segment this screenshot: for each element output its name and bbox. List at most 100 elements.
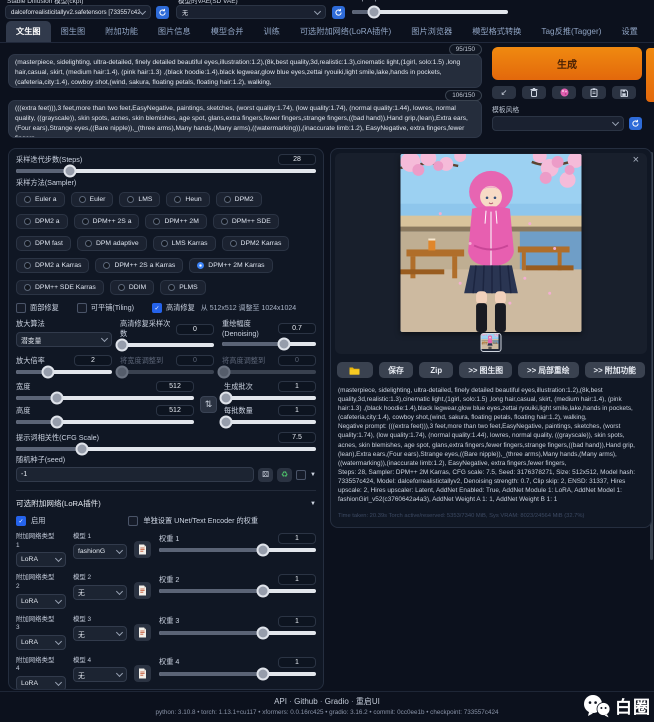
swap-dimensions-button[interactable]: ⇅ bbox=[200, 396, 217, 413]
tab-模型合并[interactable]: 模型合并 bbox=[201, 21, 254, 42]
close-icon[interactable]: × bbox=[633, 155, 639, 166]
height-value[interactable]: 512 bbox=[156, 405, 194, 416]
clip-skip-slider[interactable] bbox=[352, 10, 508, 14]
sampler-option-DPM adaptive[interactable]: DPM adaptive bbox=[77, 236, 147, 251]
footer-link-Github[interactable]: Github bbox=[294, 697, 318, 706]
sampler-option-LMS Karras[interactable]: LMS Karras bbox=[153, 236, 216, 251]
batch-count-value[interactable]: 1 bbox=[278, 381, 316, 392]
footer-link-API[interactable]: API bbox=[274, 697, 287, 706]
upscale-by-slider[interactable] bbox=[16, 370, 112, 374]
lora-type-dropdown-3[interactable]: LoRA bbox=[16, 635, 66, 650]
result-button->> 局部重绘[interactable]: >> 局部重绘 bbox=[518, 362, 578, 378]
tab-附加功能[interactable]: 附加功能 bbox=[95, 21, 148, 42]
footer-link-Gradio[interactable]: Gradio bbox=[325, 697, 349, 706]
sampler-option-LMS[interactable]: LMS bbox=[119, 192, 160, 207]
tab-Tag反推(Tagger)[interactable]: Tag反推(Tagger) bbox=[531, 21, 611, 42]
sampler-option-Euler a[interactable]: Euler a bbox=[16, 192, 65, 207]
lora-model-file-button-2[interactable] bbox=[134, 582, 151, 599]
cfg-value[interactable]: 7.5 bbox=[278, 432, 316, 443]
tab-图生图[interactable]: 图生图 bbox=[51, 21, 96, 42]
lora-type-dropdown-2[interactable]: LoRA bbox=[16, 594, 66, 609]
hires-steps-slider[interactable] bbox=[120, 343, 214, 347]
vae-dropdown[interactable]: 无 bbox=[176, 5, 326, 19]
height-slider[interactable] bbox=[16, 420, 194, 424]
hires-steps-value[interactable]: 0 bbox=[176, 324, 214, 335]
lora-model-file-button-4[interactable] bbox=[134, 665, 151, 682]
lora-weight-value[interactable]: 1 bbox=[278, 533, 316, 544]
tab-设置[interactable]: 设置 bbox=[611, 21, 647, 42]
tab-扩展[interactable]: 扩展 bbox=[648, 21, 654, 42]
lora-weight-value[interactable]: 1 bbox=[278, 616, 316, 627]
style-template-dropdown[interactable] bbox=[492, 116, 624, 131]
generate-button[interactable]: 生成 bbox=[492, 47, 642, 80]
seed-expand-arrow-icon[interactable]: ▼ bbox=[310, 472, 316, 478]
trash-icon[interactable] bbox=[522, 86, 546, 99]
tab-训练[interactable]: 训练 bbox=[253, 21, 289, 42]
tiling-checkbox[interactable] bbox=[77, 303, 87, 313]
batch-size-slider[interactable] bbox=[224, 420, 316, 424]
lora-weight-slider-1[interactable] bbox=[159, 548, 316, 552]
generated-image[interactable] bbox=[401, 154, 582, 332]
tab-模型格式转换[interactable]: 模型格式转换 bbox=[462, 21, 531, 42]
steps-slider[interactable] bbox=[16, 169, 316, 173]
sampler-option-PLMS[interactable]: PLMS bbox=[160, 280, 206, 295]
sampler-option-DPM2 a[interactable]: DPM2 a bbox=[16, 214, 68, 229]
sampler-option-DPM2 Karras[interactable]: DPM2 Karras bbox=[222, 236, 290, 251]
extra-seed-checkbox[interactable] bbox=[296, 470, 306, 480]
lora-model-dropdown-1[interactable]: fashionG bbox=[73, 544, 127, 559]
steps-value[interactable]: 28 bbox=[278, 154, 316, 165]
width-value[interactable]: 512 bbox=[156, 381, 194, 392]
lora-model-file-button-1[interactable] bbox=[134, 541, 151, 558]
edge-generate-sliver[interactable] bbox=[646, 48, 654, 102]
lora-weight-value[interactable]: 1 bbox=[278, 657, 316, 668]
sampler-option-DPM2 a Karras[interactable]: DPM2 a Karras bbox=[16, 258, 89, 273]
footer-link-重启UI[interactable]: 重启UI bbox=[356, 697, 380, 706]
result-button->> 附加功能[interactable]: >> 附加功能 bbox=[585, 362, 645, 378]
tab-可选附加网络(LoRA插件)[interactable]: 可选附加网络(LoRA插件) bbox=[290, 21, 401, 42]
lora-weight-slider-2[interactable] bbox=[159, 589, 316, 593]
batch-count-slider[interactable] bbox=[224, 396, 316, 400]
cfg-slider[interactable] bbox=[16, 447, 316, 451]
sampler-option-Euler[interactable]: Euler bbox=[71, 192, 114, 207]
paste-arrow-icon[interactable]: ↙ bbox=[492, 86, 516, 99]
sampler-option-DPM++ 2S a Karras[interactable]: DPM++ 2S a Karras bbox=[95, 258, 183, 273]
sampler-option-DPM++ SDE Karras[interactable]: DPM++ SDE Karras bbox=[16, 280, 104, 295]
palette-icon[interactable] bbox=[552, 86, 576, 99]
sampler-option-DPM fast[interactable]: DPM fast bbox=[16, 236, 71, 251]
denoising-value[interactable]: 0.7 bbox=[278, 323, 316, 334]
tab-图片浏览器[interactable]: 图片浏览器 bbox=[401, 21, 462, 42]
width-slider[interactable] bbox=[16, 396, 194, 400]
sampler-option-DPM++ SDE[interactable]: DPM++ SDE bbox=[213, 214, 279, 229]
reuse-seed-recycle-icon[interactable]: ♻ bbox=[277, 468, 292, 482]
clipboard-icon[interactable] bbox=[582, 86, 606, 99]
lora-weight-slider-3[interactable] bbox=[159, 631, 316, 635]
hires-fix-checkbox[interactable]: ✓ bbox=[152, 303, 162, 313]
vae-refresh-button[interactable] bbox=[332, 6, 345, 19]
sampler-option-DDIM[interactable]: DDIM bbox=[110, 280, 154, 295]
denoising-slider[interactable] bbox=[222, 342, 316, 346]
seed-input[interactable]: -1 bbox=[16, 467, 254, 482]
lora-type-dropdown-1[interactable]: LoRA bbox=[16, 552, 66, 567]
lora-enable-checkbox[interactable]: ✓ bbox=[16, 516, 26, 526]
tab-图片信息[interactable]: 图片信息 bbox=[148, 21, 201, 42]
sampler-option-DPM2[interactable]: DPM2 bbox=[216, 192, 262, 207]
apply-style-button[interactable] bbox=[629, 117, 642, 130]
open-folder-button[interactable] bbox=[337, 362, 373, 378]
negative-prompt-input[interactable]: (((extra feet))),3 feet,more than two fe… bbox=[8, 100, 482, 138]
positive-prompt-input[interactable]: (masterpiece, sidelighting, ultra-detail… bbox=[8, 54, 482, 88]
lora-model-dropdown-2[interactable]: 无 bbox=[73, 585, 127, 600]
sampler-option-DPM++ 2S a[interactable]: DPM++ 2S a bbox=[74, 214, 140, 229]
lora-type-dropdown-4[interactable]: LoRA bbox=[16, 676, 66, 690]
batch-size-value[interactable]: 1 bbox=[278, 405, 316, 416]
save-style-icon[interactable] bbox=[612, 86, 636, 99]
lora-weight-slider-4[interactable] bbox=[159, 672, 316, 676]
lora-model-file-button-3[interactable] bbox=[134, 624, 151, 641]
lora-separate-weights-checkbox[interactable] bbox=[128, 516, 138, 526]
model-refresh-button[interactable] bbox=[156, 6, 169, 19]
result-button-Zip[interactable]: Zip bbox=[419, 362, 453, 378]
lora-weight-value[interactable]: 1 bbox=[278, 574, 316, 585]
lora-model-dropdown-4[interactable]: 无 bbox=[73, 667, 127, 682]
upscale-by-value[interactable]: 2 bbox=[74, 355, 112, 366]
upscaler-dropdown[interactable]: 潜变量 bbox=[16, 332, 112, 347]
lora-model-dropdown-3[interactable]: 无 bbox=[73, 626, 127, 641]
